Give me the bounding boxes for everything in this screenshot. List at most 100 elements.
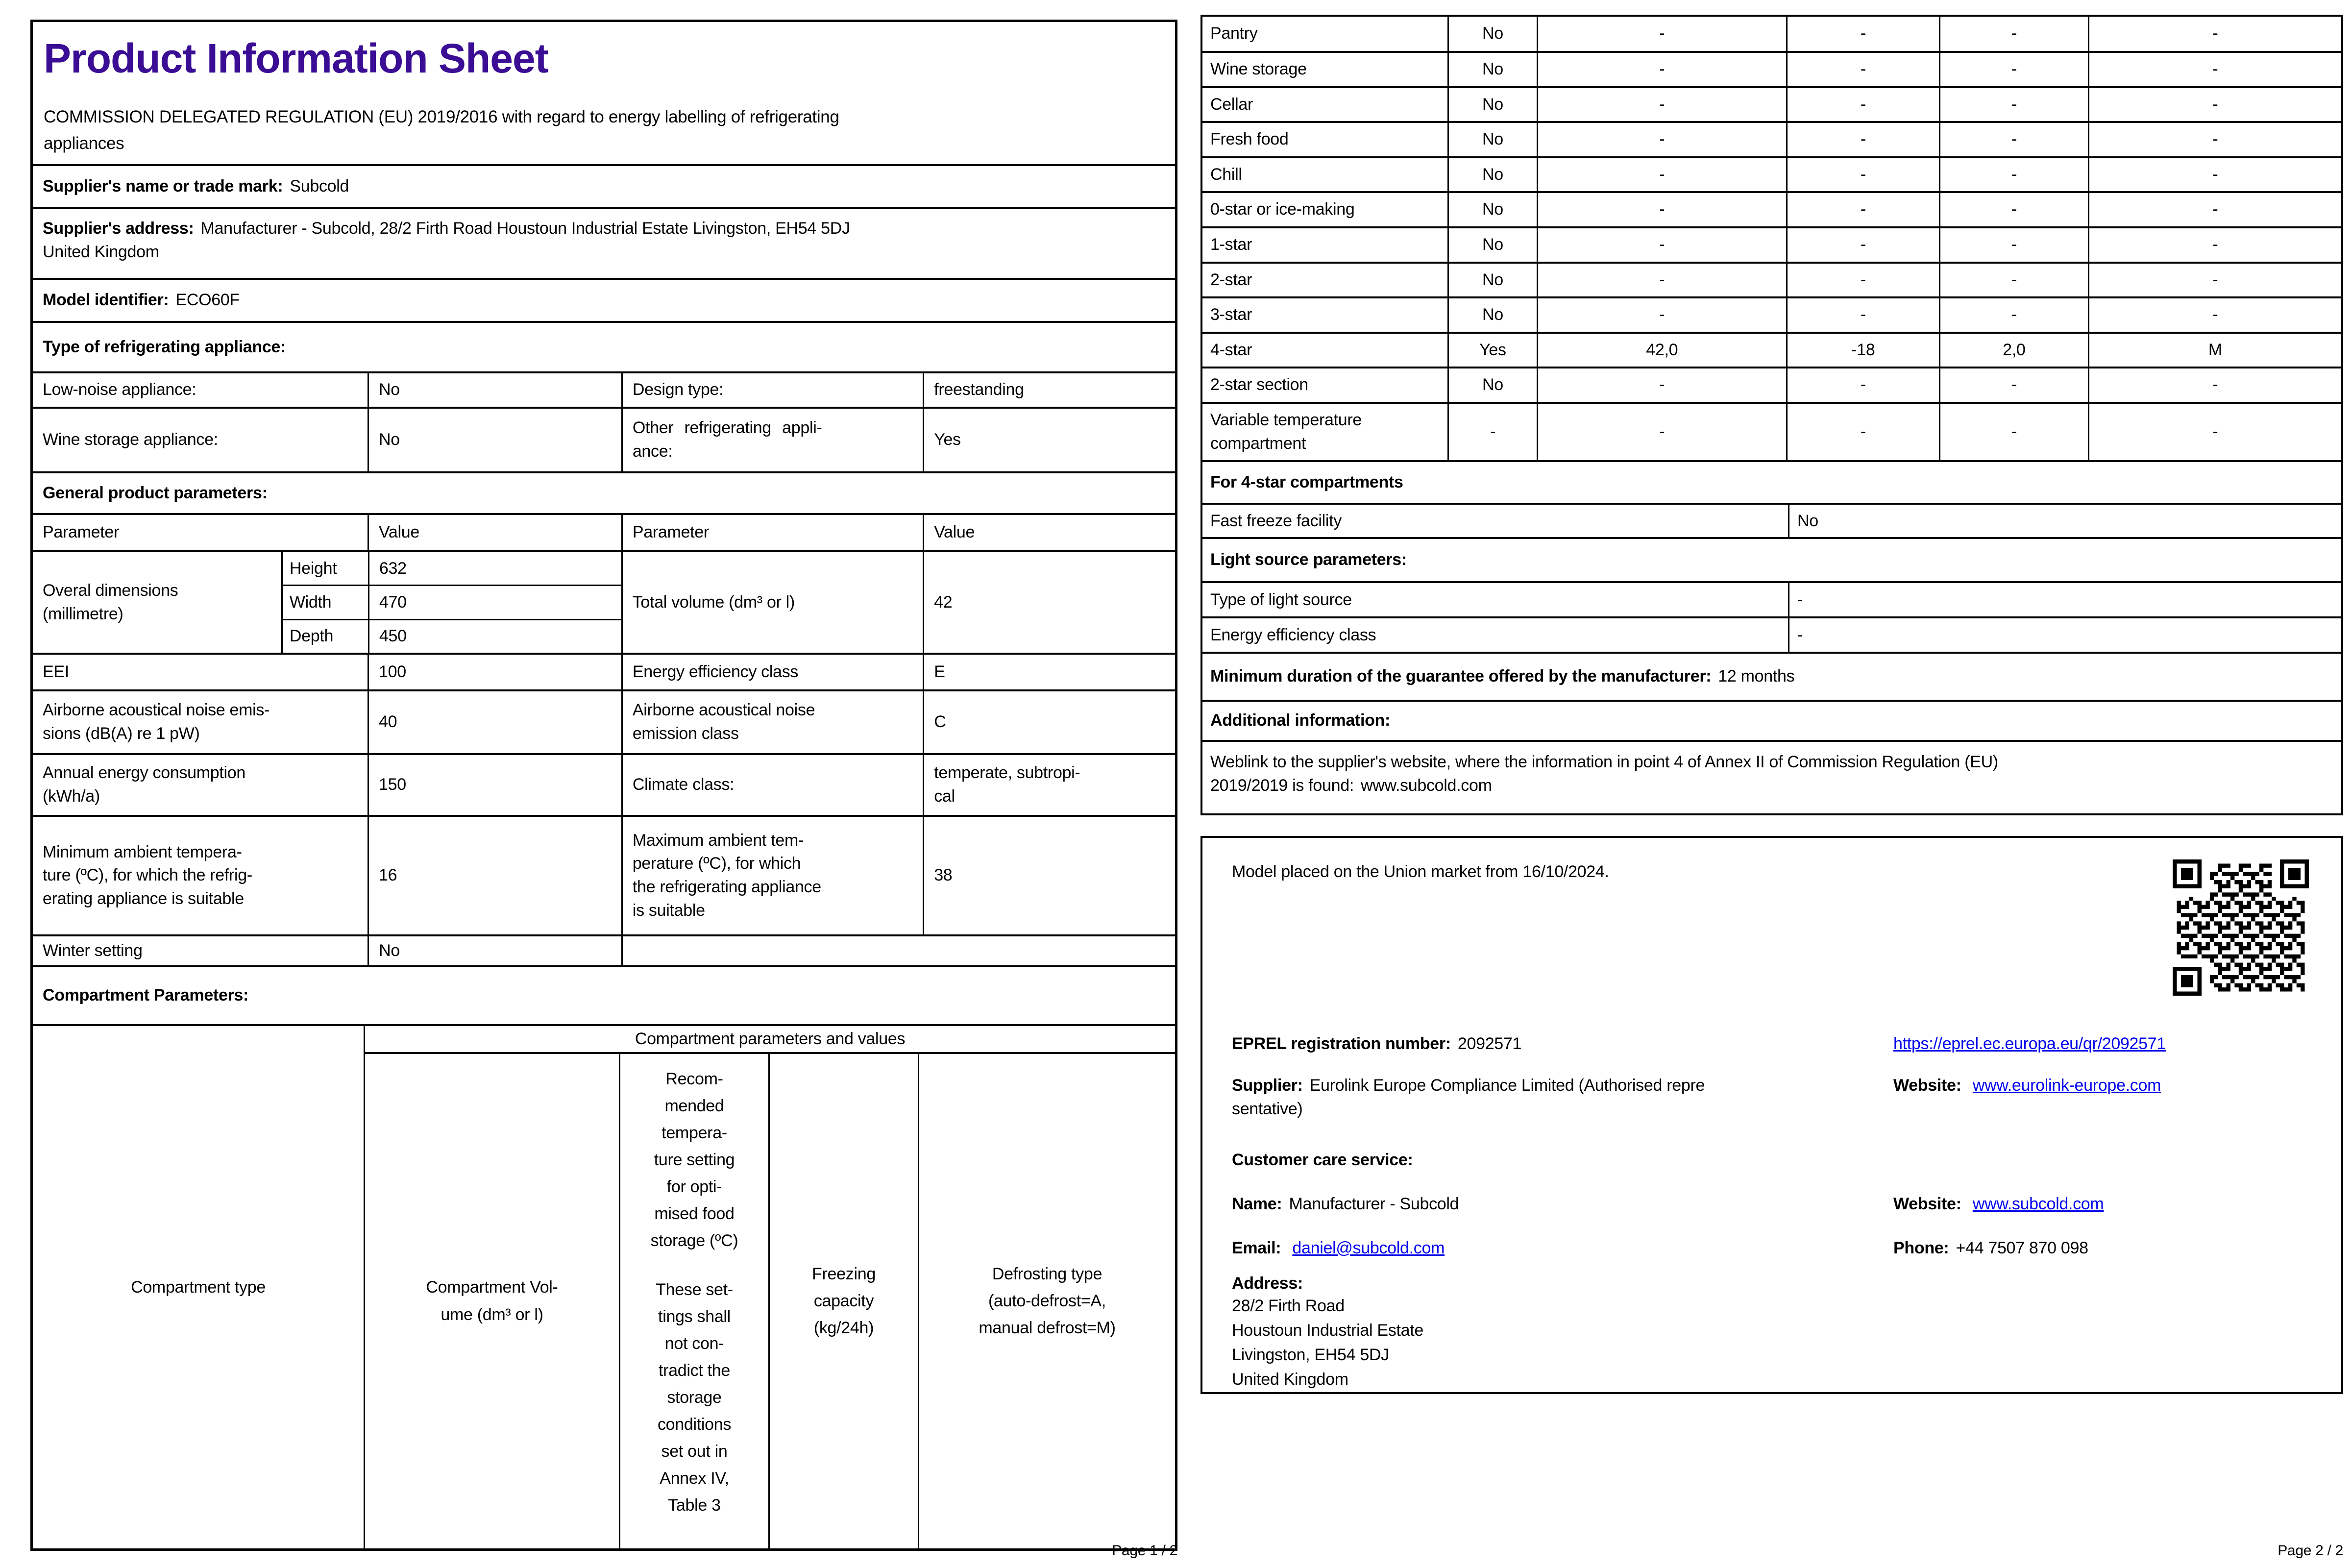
page-1: Product Information Sheet COMMISSION DEL… <box>30 20 1177 1551</box>
dimension-value: 632 <box>368 552 621 585</box>
compartment-temperature: - <box>1786 404 1939 460</box>
column-header-parameter-2: Parameter <box>621 515 923 550</box>
compartment-temperature: - <box>1786 298 1939 332</box>
compartment-freezing-capacity: - <box>1939 53 2088 86</box>
compartment-name: 3-star <box>1202 298 1447 332</box>
wine-storage-row: Wine storage appliance: No Other refrige… <box>33 407 1175 471</box>
dimension-name: Depth <box>283 620 368 653</box>
address-lines: 28/2 Firth RoadHoustoun Industrial Estat… <box>1232 1294 1423 1392</box>
light-energy-class-row: Energy efficiency class - <box>1202 616 2341 652</box>
address-line: Livingston, EH54 5DJ <box>1232 1343 1423 1367</box>
eei-row: EEI 100 Energy efficiency class E <box>33 653 1175 689</box>
eprel-row: EPREL registration number: 2092571 <box>1232 1032 1521 1056</box>
total-volume-label: Total volume (dm³ or l) <box>621 552 923 653</box>
compartment-present: - <box>1447 404 1536 460</box>
compartment-freezing-capacity: - <box>1939 123 2088 156</box>
compartment-present: No <box>1447 264 1536 297</box>
dimension-value: 450 <box>368 620 621 653</box>
compartment-volume: 42,0 <box>1537 334 1786 367</box>
compartment-temperature: - <box>1786 53 1939 86</box>
compartment-temperature: - <box>1786 368 1939 402</box>
light-energy-class-label: Energy efficiency class <box>1202 618 1788 652</box>
noise-class-value: C <box>923 691 1175 753</box>
eprel-number: 2092571 <box>1458 1034 1521 1053</box>
compartment-temperature: - <box>1786 123 1939 156</box>
address-line: 28/2 Firth Road <box>1232 1294 1423 1318</box>
compartment-defrosting: - <box>2088 193 2341 226</box>
empty-cell <box>621 936 1175 965</box>
care-website-link[interactable]: www.subcold.com <box>1973 1195 2104 1213</box>
parameter-header-row: Parameter Value Parameter Value <box>33 513 1175 550</box>
compartment-name: 4-star <box>1202 334 1447 367</box>
defrosting-type-header: Defrosting type (auto-defrost=A, manual … <box>918 1054 1175 1548</box>
type-section-header: Type of refrigerating appliance: <box>33 321 1175 371</box>
compartment-defrosting: - <box>2088 88 2341 122</box>
annual-energy-row: Annual energy consumption (kWh/a) 150 Cl… <box>33 753 1175 815</box>
compartment-rows: Pantry No - - - - Wine storage No - - - … <box>1202 17 2341 460</box>
other-appliance-value: Yes <box>923 409 1175 471</box>
care-website-label: Website: <box>1893 1195 1961 1213</box>
compartment-name: Fresh food <box>1202 123 1447 156</box>
table-row: 2-star section No - - - - <box>1202 367 2341 402</box>
care-phone-label: Phone: <box>1893 1239 1949 1257</box>
dimension-subrow: Height 632 <box>283 552 621 585</box>
customer-care-header: Customer care service: <box>1232 1149 1413 1172</box>
compartment-name: 2-star section <box>1202 368 1447 402</box>
compartment-temperature: - <box>1786 17 1939 51</box>
table-row: 0-star or ice-making No - - - - <box>1202 191 2341 226</box>
care-email-label: Email: <box>1232 1239 1281 1257</box>
eprel-label: EPREL registration number: <box>1232 1034 1451 1053</box>
qr-code <box>2173 859 2309 996</box>
compartment-defrosting: M <box>2088 334 2341 367</box>
table-row: 4-star Yes 42,0 -18 2,0 M <box>1202 332 2341 367</box>
model-identifier-label: Model identifier: <box>43 289 169 312</box>
eprel-link[interactable]: https://eprel.ec.europa.eu/qr/2092571 <box>1893 1032 2166 1056</box>
supplier-website-link[interactable]: www.eurolink-europe.com <box>1973 1076 2161 1095</box>
compartment-table: Compartment type Compartment parameters … <box>33 1024 1175 1548</box>
weblink-row: Weblink to the supplier's website, where… <box>1202 740 2341 813</box>
compartment-defrosting: - <box>2088 298 2341 332</box>
supplier-address-label: Supplier's address: <box>43 219 194 238</box>
contact-box: Model placed on the Union market from 16… <box>1200 836 2343 1394</box>
care-name-label: Name: <box>1232 1195 1282 1213</box>
column-header-value: Value <box>368 515 621 550</box>
compartment-name: 0-star or ice-making <box>1202 193 1447 226</box>
compartment-temperature: - <box>1786 228 1939 262</box>
noise-value: 40 <box>368 691 621 753</box>
compartment-freezing-capacity: - <box>1939 298 2088 332</box>
climate-class-value: temperate, subtropi- cal <box>923 755 1175 815</box>
compartment-freezing-capacity: - <box>1939 88 2088 122</box>
max-ambient-value: 38 <box>923 817 1175 934</box>
other-appliance-label: Other refrigerating appli- ance: <box>621 409 923 471</box>
energy-class-value: E <box>923 655 1175 689</box>
compartment-defrosting: - <box>2088 264 2341 297</box>
weblink-text: Weblink to the supplier's website, where… <box>1210 753 1998 795</box>
model-identifier-value: ECO60F <box>175 289 239 312</box>
care-email-link[interactable]: daniel@subcold.com <box>1292 1239 1445 1257</box>
compartment-volume: - <box>1537 17 1786 51</box>
compartment-temperature: - <box>1786 158 1939 192</box>
page-2: Pantry No - - - - Wine storage No - - - … <box>1200 15 2343 815</box>
climate-class-label: Climate class: <box>621 755 923 815</box>
table-row: 3-star No - - - - <box>1202 296 2341 332</box>
dimensions-label: Overal dimensions (millimetre) <box>33 552 281 653</box>
light-type-value: - <box>1788 583 2341 616</box>
compartment-freezing-capacity: - <box>1939 193 2088 226</box>
care-phone-value: +44 7507 870 098 <box>1956 1239 2088 1257</box>
compartment-volume-header: Compartment Vol- ume (dm³ or l) <box>365 1054 619 1548</box>
compartment-volume: - <box>1537 123 1786 156</box>
low-noise-value: No <box>368 373 621 407</box>
compartment-present: No <box>1447 53 1536 86</box>
winter-setting-label: Winter setting <box>33 936 368 965</box>
model-identifier-row: Model identifier: ECO60F <box>33 278 1175 321</box>
fast-freeze-row: Fast freeze facility No <box>1202 503 2341 537</box>
total-volume-value: 42 <box>923 552 1175 653</box>
eei-value: 100 <box>368 655 621 689</box>
noise-row: Airborne acoustical noise emis- sions (d… <box>33 689 1175 753</box>
compartment-volume: - <box>1537 404 1786 460</box>
compartment-defrosting: - <box>2088 53 2341 86</box>
max-ambient-label: Maximum ambient tem- perature (ºC), for … <box>621 817 923 934</box>
compartment-temperature: - <box>1786 193 1939 226</box>
page-1-footer: Page 1 / 2 <box>30 1543 1177 1559</box>
compartment-temperature: - <box>1786 264 1939 297</box>
